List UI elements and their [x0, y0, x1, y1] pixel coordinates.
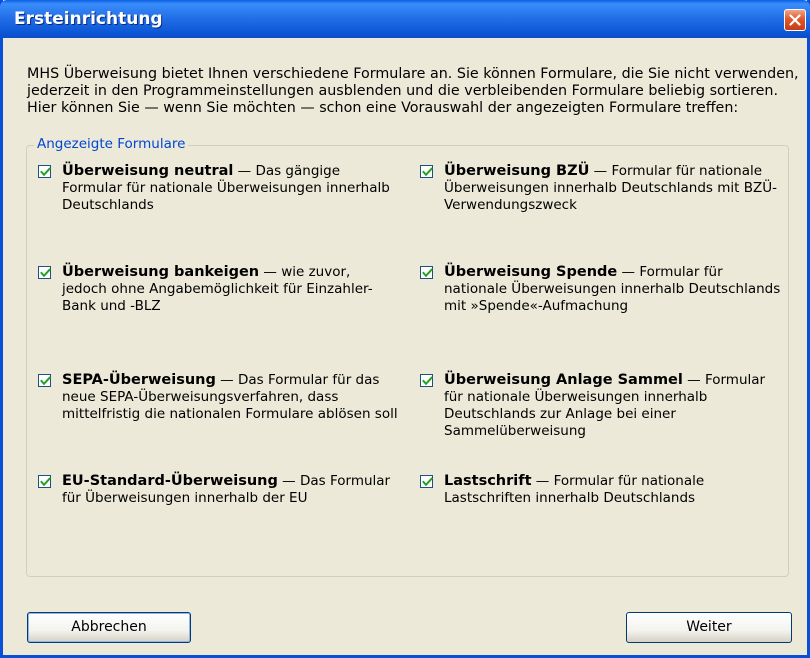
checkbox[interactable]: [420, 475, 433, 488]
checkmark-icon: [422, 167, 433, 177]
option-title: SEPA-Überweisung: [62, 372, 216, 388]
checkmark-icon: [422, 477, 433, 487]
close-button[interactable]: [784, 9, 806, 31]
close-icon: [789, 14, 801, 26]
window-title: Ersteinrichtung: [14, 9, 163, 29]
option-title: Überweisung Spende: [444, 264, 618, 280]
option-title: Überweisung Anlage Sammel: [444, 372, 683, 388]
option-title: Lastschrift: [444, 473, 532, 489]
option-ueberweisung-bzue[interactable]: Überweisung BZÜ — Formular für nationale…: [420, 163, 785, 214]
checkbox[interactable]: [420, 165, 433, 178]
option-title: Überweisung BZÜ: [444, 163, 590, 179]
checkmark-icon: [40, 477, 51, 487]
group-label: Angezeigte Formulare: [34, 136, 189, 152]
option-ueberweisung-anlage-sammel[interactable]: Überweisung Anlage Sammel — Formular für…: [420, 372, 785, 440]
checkmark-icon: [40, 167, 51, 177]
checkmark-icon: [40, 376, 51, 386]
option-title: Überweisung neutral: [62, 163, 234, 179]
option-title: EU-Standard-Überweisung: [62, 473, 278, 489]
checkmark-icon: [422, 376, 433, 386]
option-title: Überweisung bankeigen: [62, 264, 260, 280]
checkbox[interactable]: [420, 266, 433, 279]
title-bar[interactable]: Ersteinrichtung: [0, 0, 810, 38]
checkmark-icon: [40, 268, 51, 278]
cancel-button[interactable]: Abbrechen: [27, 612, 191, 643]
option-ueberweisung-spende[interactable]: Überweisung Spende — Formular für nation…: [420, 264, 785, 315]
checkbox[interactable]: [38, 475, 51, 488]
checkbox[interactable]: [38, 165, 51, 178]
checkbox[interactable]: [38, 374, 51, 387]
option-sepa-ueberweisung[interactable]: SEPA-Überweisung — Das Formular für das …: [38, 372, 398, 423]
checkbox[interactable]: [38, 266, 51, 279]
option-lastschrift[interactable]: Lastschrift — Formular für nationale Las…: [420, 473, 785, 507]
next-button[interactable]: Weiter: [626, 612, 792, 643]
option-ueberweisung-neutral[interactable]: Überweisung neutral — Das gängige Formul…: [38, 163, 398, 214]
option-eu-standard-ueberweisung[interactable]: EU-Standard-Überweisung — Das Formular f…: [38, 473, 398, 507]
intro-text: MHS Überweisung bietet Ihnen verschieden…: [27, 66, 799, 116]
checkbox[interactable]: [420, 374, 433, 387]
checkmark-icon: [422, 268, 433, 278]
option-ueberweisung-bankeigen[interactable]: Überweisung bankeigen — wie zuvor, jedoc…: [38, 264, 398, 315]
